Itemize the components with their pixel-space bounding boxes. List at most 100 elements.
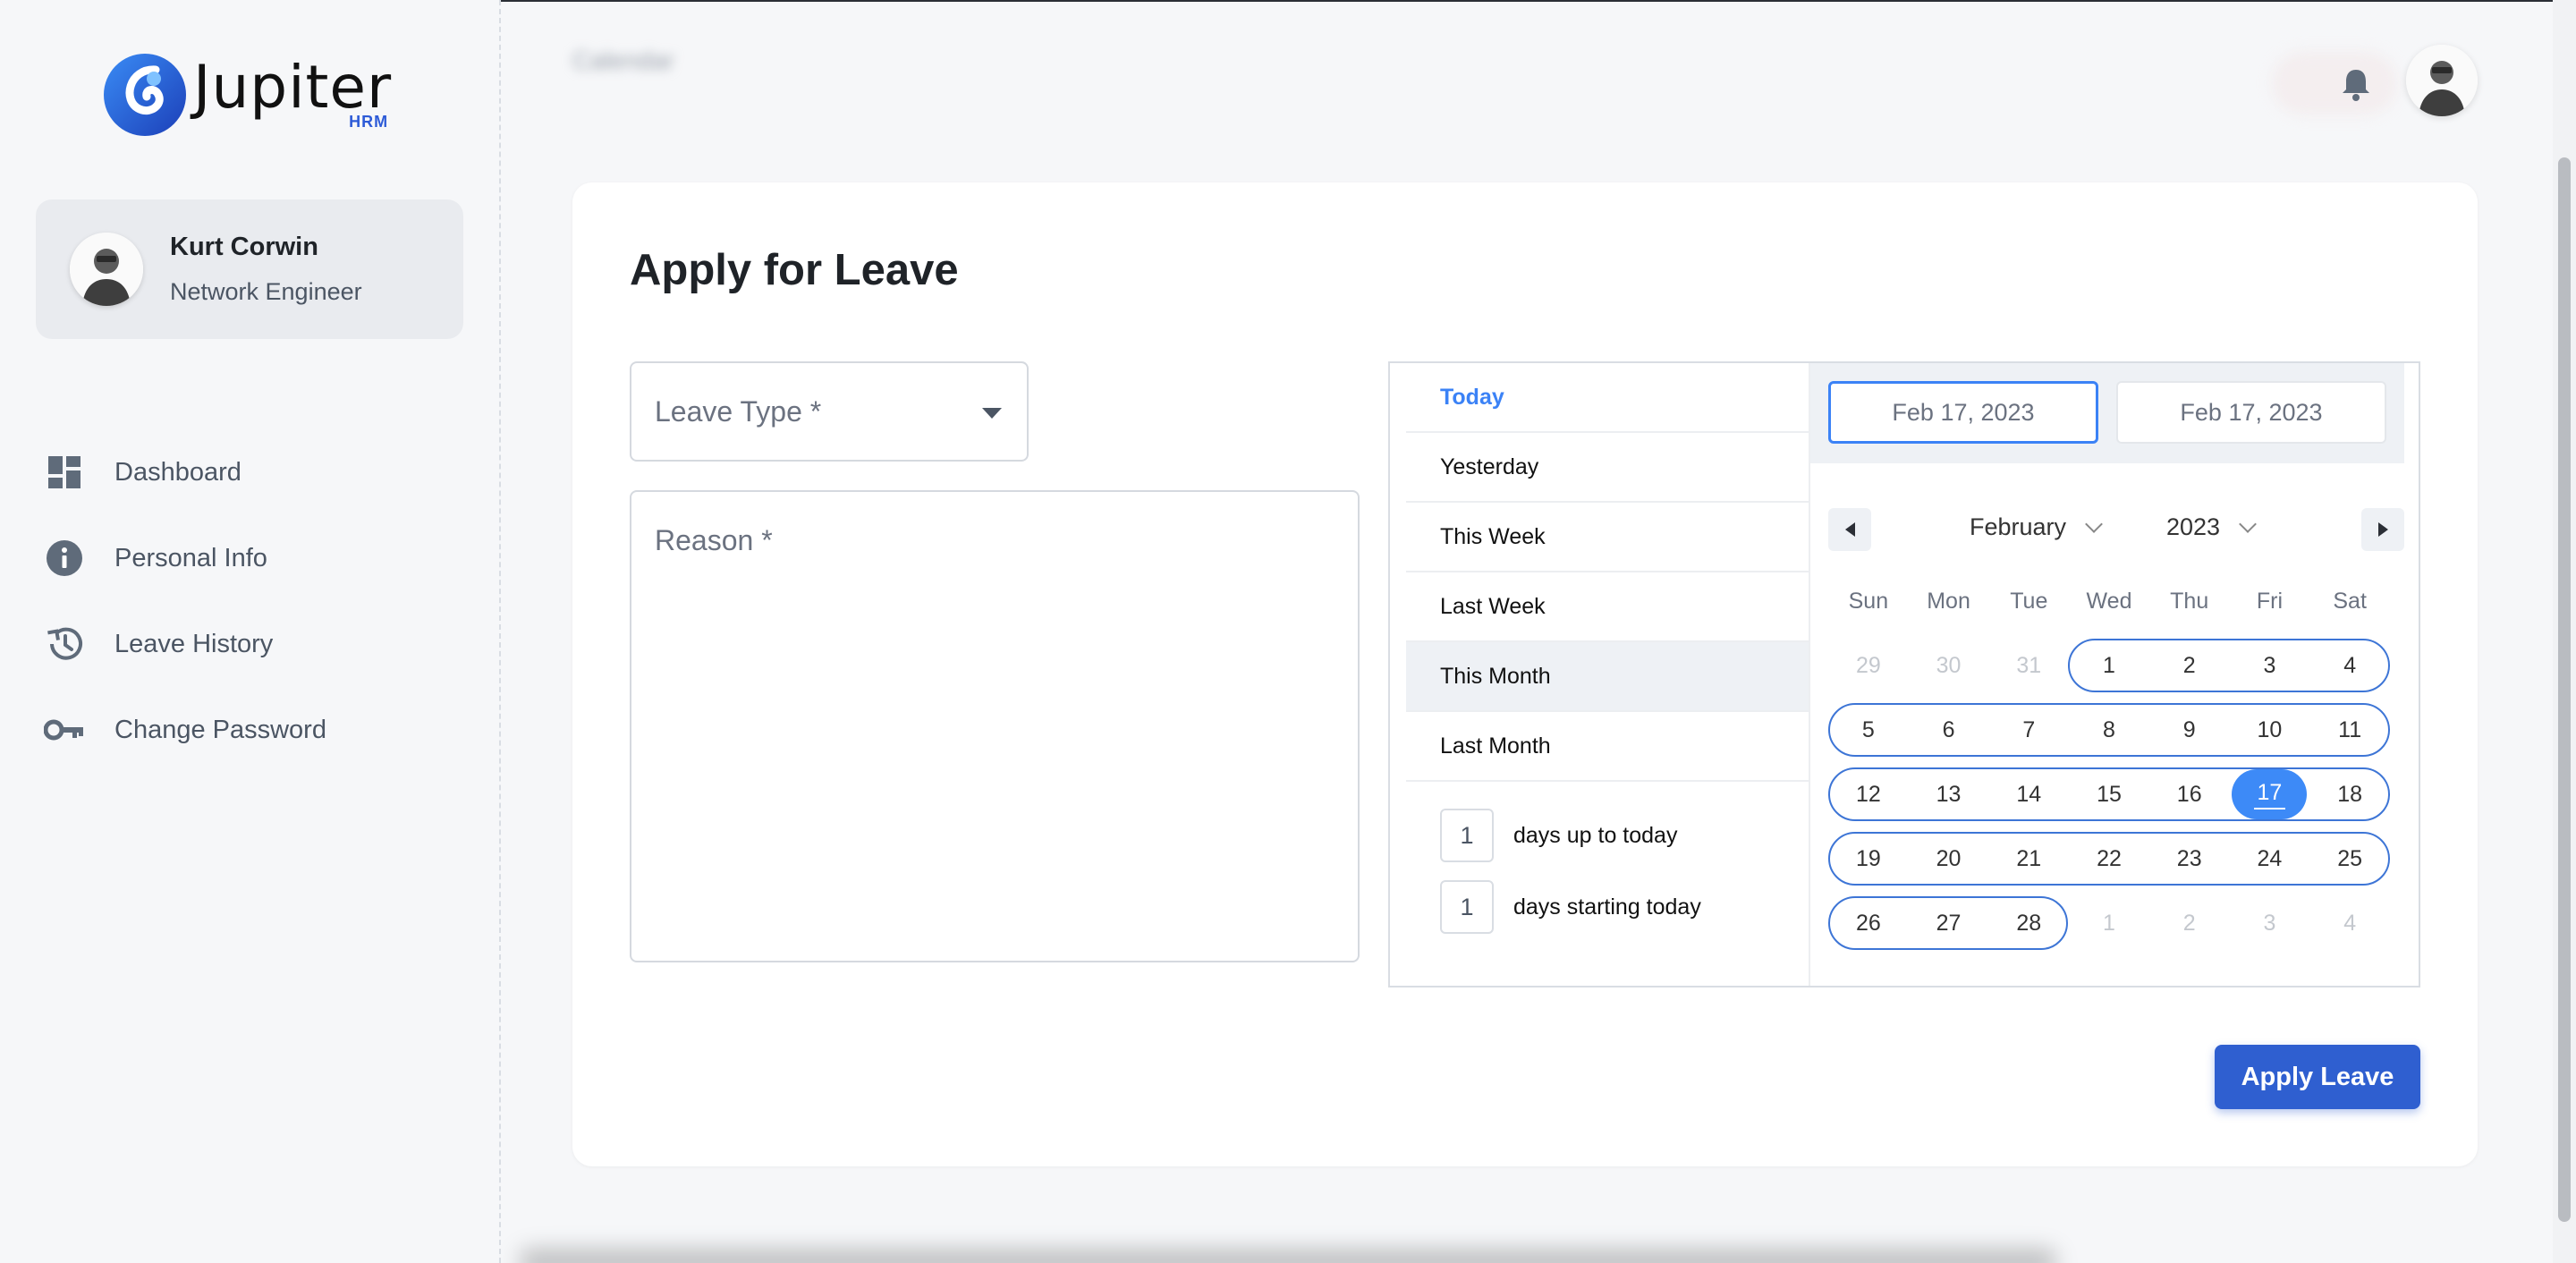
- calendar-day[interactable]: 11: [2309, 703, 2390, 757]
- date-range-picker: Today Yesterday This Week Last Week This…: [1388, 361, 2420, 988]
- history-icon: [43, 623, 86, 665]
- weekday-label: Sun: [1848, 589, 1889, 614]
- user-avatar-button[interactable]: [2406, 45, 2478, 116]
- calendar-day[interactable]: 2: [2149, 639, 2230, 692]
- brand-logo[interactable]: Jupiter HRM: [102, 50, 406, 140]
- calendar-day[interactable]: 13: [1909, 767, 1989, 821]
- calendar-day[interactable]: 7: [1988, 703, 2069, 757]
- bottom-shadow: [519, 1249, 2057, 1263]
- avatar: [70, 233, 143, 306]
- bell-icon[interactable]: [2336, 64, 2376, 104]
- key-icon: [43, 708, 86, 751]
- chevron-down-icon: [2239, 514, 2257, 533]
- calendar-week: 29 30 31 1 2 3 4: [1828, 633, 2390, 698]
- calendar-day[interactable]: 30: [1909, 639, 1989, 692]
- calendar-day[interactable]: 28: [1988, 896, 2069, 950]
- sidebar-item-leave-history[interactable]: Leave History: [43, 601, 326, 687]
- apply-leave-card: Apply for Leave Leave Type * Reason * To…: [572, 182, 2478, 1166]
- scrollbar-thumb[interactable]: [2558, 157, 2571, 1222]
- calendar-day[interactable]: 15: [2069, 767, 2149, 821]
- calendar-day[interactable]: 23: [2149, 832, 2230, 886]
- profile-card[interactable]: Kurt Corwin Network Engineer: [36, 199, 463, 339]
- form-title: Apply for Leave: [630, 246, 959, 294]
- sidebar: Jupiter HRM Kurt Corwin Network Engineer: [0, 0, 501, 1263]
- days-up-to-today-row: 1 days up to today: [1406, 800, 1809, 871]
- range-last-week[interactable]: Last Week: [1406, 572, 1809, 642]
- prev-month-button[interactable]: [1828, 508, 1871, 551]
- weekday-label: Thu: [2170, 589, 2209, 614]
- days-starting-today-row: 1 days starting today: [1406, 871, 1809, 943]
- header-decoration: [2272, 52, 2397, 114]
- calendar-day[interactable]: 24: [2230, 832, 2310, 886]
- calendar-day[interactable]: 31: [1988, 639, 2069, 692]
- calendar-day[interactable]: 18: [2309, 767, 2390, 821]
- predefined-ranges: Today Yesterday This Week Last Week This…: [1406, 363, 1809, 943]
- apply-leave-button[interactable]: Apply Leave: [2215, 1045, 2420, 1109]
- weekday-label: Mon: [1927, 589, 1970, 614]
- calendar-day[interactable]: 20: [1909, 832, 1989, 886]
- sidebar-item-change-password[interactable]: Change Password: [43, 687, 326, 773]
- leave-type-select[interactable]: Leave Type *: [630, 361, 1029, 462]
- calendar-day[interactable]: 1: [2069, 639, 2149, 692]
- calendar-day[interactable]: 10: [2230, 703, 2310, 757]
- month-select[interactable]: February: [1970, 513, 2103, 541]
- calendar-day[interactable]: 6: [1909, 703, 1989, 757]
- range-today[interactable]: Today: [1406, 363, 1809, 433]
- calendar-day[interactable]: 2: [2149, 896, 2230, 950]
- range-yesterday[interactable]: Yesterday: [1406, 433, 1809, 503]
- dashboard-icon: [43, 451, 86, 494]
- calendar: Feb 17, 2023 Feb 17, 2023 February 2023: [1810, 363, 2420, 986]
- calendar-day[interactable]: 8: [2069, 703, 2149, 757]
- calendar-day[interactable]: 22: [2069, 832, 2149, 886]
- caret-down-icon: [982, 408, 1002, 419]
- sidebar-item-dashboard[interactable]: Dashboard: [43, 429, 326, 515]
- calendar-week: 12 13 14 15 16 17 18: [1828, 762, 2390, 826]
- calendar-day[interactable]: 12: [1828, 767, 1909, 821]
- calendar-day[interactable]: 16: [2149, 767, 2230, 821]
- calendar-day[interactable]: 3: [2230, 896, 2310, 950]
- days-up-to-today-input[interactable]: 1: [1440, 809, 1494, 862]
- calendar-day-today[interactable]: 17: [2230, 767, 2310, 821]
- calendar-day[interactable]: 19: [1828, 832, 1909, 886]
- weekday-header: Sun Mon Tue Wed Thu Fri Sat: [1828, 589, 2390, 615]
- weekday-label: Wed: [2086, 589, 2132, 614]
- weekday-label: Fri: [2256, 589, 2283, 614]
- year-select[interactable]: 2023: [2166, 513, 2257, 541]
- info-icon: [43, 537, 86, 580]
- arrow-right-icon: [2377, 522, 2388, 537]
- calendar-days: 29 30 31 1 2 3 4 5 6 7 8 9 10 11 12 13 1…: [1828, 633, 2390, 955]
- calendar-day[interactable]: 29: [1828, 639, 1909, 692]
- days-starting-today-label: days starting today: [1513, 894, 1701, 920]
- calendar-day[interactable]: 21: [1988, 832, 2069, 886]
- range-last-month[interactable]: Last Month: [1406, 712, 1809, 782]
- next-month-button[interactable]: [2361, 508, 2404, 551]
- calendar-day[interactable]: 27: [1909, 896, 1989, 950]
- start-date-input[interactable]: Feb 17, 2023: [1828, 381, 2098, 444]
- calendar-day[interactable]: 26: [1828, 896, 1909, 950]
- calendar-day[interactable]: 14: [1988, 767, 2069, 821]
- chevron-down-icon: [2085, 514, 2103, 533]
- calendar-day[interactable]: 1: [2069, 896, 2149, 950]
- page-title: Calendar: [572, 47, 674, 74]
- sidebar-item-label: Change Password: [114, 715, 326, 744]
- calendar-day[interactable]: 4: [2309, 896, 2390, 950]
- today-label: 17: [2253, 780, 2286, 810]
- year-value: 2023: [2166, 513, 2221, 540]
- reason-label: Reason *: [655, 524, 773, 556]
- calendar-day[interactable]: 3: [2230, 639, 2310, 692]
- sidebar-item-label: Dashboard: [114, 457, 242, 487]
- range-this-week[interactable]: This Week: [1406, 503, 1809, 572]
- calendar-week: 19 20 21 22 23 24 25: [1828, 826, 2390, 891]
- calendar-day[interactable]: 9: [2149, 703, 2230, 757]
- reason-textarea[interactable]: Reason *: [630, 490, 1360, 962]
- days-starting-today-input[interactable]: 1: [1440, 880, 1494, 934]
- range-this-month[interactable]: This Month: [1406, 642, 1809, 712]
- calendar-day[interactable]: 4: [2309, 639, 2390, 692]
- calendar-day[interactable]: 25: [2309, 832, 2390, 886]
- end-date-input[interactable]: Feb 17, 2023: [2116, 381, 2386, 444]
- calendar-day[interactable]: 5: [1828, 703, 1909, 757]
- weekday-label: Sat: [2333, 589, 2367, 614]
- sidebar-item-personal-info[interactable]: Personal Info: [43, 515, 326, 601]
- sidebar-item-label: Leave History: [114, 629, 274, 658]
- weekday-label: Tue: [2010, 589, 2048, 614]
